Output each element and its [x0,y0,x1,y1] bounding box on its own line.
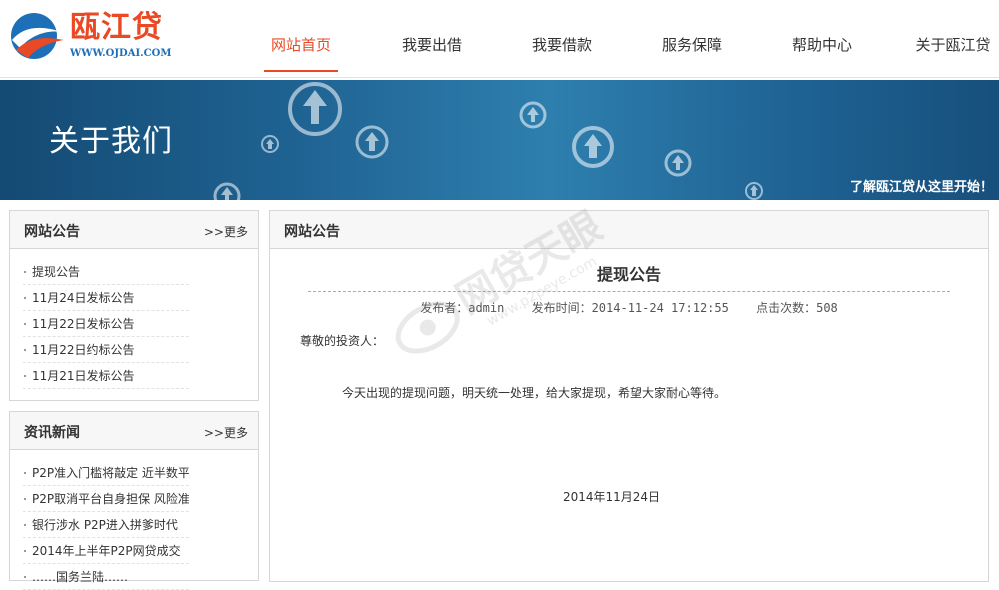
list-item[interactable]: P2P准入门槛将敲定 近半数平 [23,460,189,486]
logo-swirl-icon [11,13,64,59]
news-list: P2P准入门槛将敲定 近半数平 P2P取消平台自身担保 风险准 银行涉水 P2P… [10,450,258,590]
notices-list: 提现公告 11月24日发标公告 11月22日发标公告 11月22日约标公告 11… [10,249,258,389]
article-title: 提现公告 [596,265,661,284]
logo-url: WWW.OJDAI.COM [70,48,172,59]
notices-more-link[interactable]: >>更多 [204,223,248,240]
list-item-label: 2014年上半年P2P网贷成交 [32,544,181,558]
main-nav: 网站首页 我要出借 我要借款 服务保障 帮助中心 关于瓯江贷 [232,0,999,78]
publish-time: 发布时间：2014-11-24 17:12:55 [531,301,729,315]
list-item-label: 提现公告 [32,265,81,279]
list-item[interactable]: 11月24日发标公告 [23,285,189,311]
notices-panel: 网站公告 >>更多 提现公告 11月24日发标公告 11月22日发标公告 11月… [9,210,259,401]
article-meta: 发布者：admin 发布时间：2014-11-24 17:12:55 点击次数：… [270,299,988,316]
list-item[interactable]: 银行涉水 P2P进入拼爹时代 [23,512,189,538]
news-panel: 资讯新闻 >>更多 P2P准入门槛将敲定 近半数平 P2P取消平台自身担保 风险… [9,411,259,590]
banner-title: 关于我们 [49,124,173,159]
nav-help[interactable]: 帮助中心 [785,0,859,72]
article-date: 2014年11月24日 [562,490,661,504]
list-item[interactable]: 提现公告 [23,259,189,285]
list-item[interactable]: 11月21日发标公告 [23,363,189,389]
nav-home[interactable]: 网站首页 [264,0,338,72]
list-item-label: ……国务兰陆…… [32,570,129,584]
list-item[interactable]: P2P取消平台自身担保 风险准 [23,486,189,512]
title-divider [308,291,950,292]
article-body: 今天出现的提现问题，明天统一处理，给大家提现，希望大家耐心等待。 [342,386,727,400]
nav-security[interactable]: 服务保障 [655,0,729,72]
news-more-link[interactable]: >>更多 [204,424,248,441]
logo-name: 瓯江贷 [70,10,163,45]
list-item-label: 11月24日发标公告 [32,291,135,305]
list-item-label: P2P准入门槛将敲定 近半数平 [32,466,189,480]
article-panel-header: 网站公告 [270,211,988,249]
nav-borrow[interactable]: 我要借款 [525,0,599,72]
list-item-label: 11月22日发标公告 [32,317,135,331]
news-title: 资讯新闻 [24,425,80,441]
list-item-label: 11月21日发标公告 [32,369,135,383]
section-title: 网站公告 [284,224,340,240]
news-header: 资讯新闻 >>更多 [10,412,258,450]
list-item[interactable]: 11月22日约标公告 [23,337,189,363]
list-item[interactable]: ……国务兰陆…… [23,564,189,590]
notices-title: 网站公告 [24,224,80,240]
nav-about[interactable]: 关于瓯江贷 [907,0,999,72]
publisher: 发布者：admin [420,301,505,315]
list-item[interactable]: 11月22日发标公告 [23,311,189,337]
header: 瓯江贷 WWW.OJDAI.COM 网站首页 我要出借 我要借款 服务保障 帮助… [0,0,999,78]
banner-slogan: 了解瓯江贷从这里开始！ [849,180,993,195]
view-count: 点击次数：508 [756,301,838,315]
list-item-label: 银行涉水 P2P进入拼爹时代 [32,518,178,532]
article-greeting: 尊敬的投资人： [300,334,385,348]
list-item-label: 11月22日约标公告 [32,343,135,357]
list-item[interactable]: 2014年上半年P2P网贷成交 [23,538,189,564]
article-panel: 网站公告 提现公告 发布者：admin 发布时间：2014-11-24 17:1… [269,210,989,582]
nav-invest[interactable]: 我要出借 [395,0,469,72]
notices-header: 网站公告 >>更多 [10,211,258,249]
about-banner: 关于我们 了解瓯江贷从这里开始！ [0,80,999,200]
site-logo[interactable]: 瓯江贷 WWW.OJDAI.COM [8,8,188,63]
list-item-label: P2P取消平台自身担保 风险准 [32,492,189,506]
